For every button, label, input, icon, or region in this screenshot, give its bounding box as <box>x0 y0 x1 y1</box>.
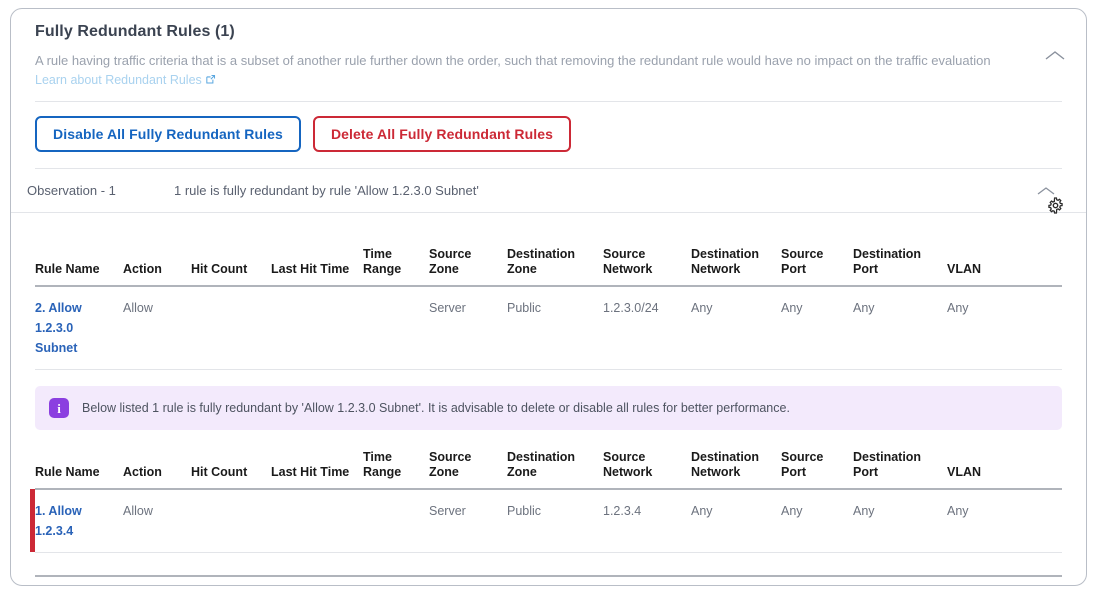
cell-action: Allow <box>123 504 153 518</box>
cell-destination-zone: Public <box>507 504 542 518</box>
cell-vlan: Any <box>947 301 969 315</box>
learn-about-redundant-rules-link[interactable]: Learn about Redundant Rules <box>35 73 216 87</box>
info-banner: i Below listed 1 rule is fully redundant… <box>35 386 1062 430</box>
table-row[interactable]: 1. Allow 1.2.3.4 Allow Server Public 1.2… <box>30 489 1062 553</box>
redundant-rule-marker <box>30 489 35 552</box>
card-bottom-rule <box>35 575 1062 577</box>
cell-destination-zone: Public <box>507 301 542 315</box>
cell-time-range <box>363 286 429 370</box>
info-banner-text: Below listed 1 rule is fully redundant b… <box>82 401 790 415</box>
column-header-last-hit-time[interactable]: Last Hit Time <box>271 446 363 489</box>
cell-destination-network: Any <box>691 504 713 518</box>
column-header-destination-zone[interactable]: Destination Zone <box>507 243 603 286</box>
cell-hit-count <box>191 489 271 553</box>
cell-action: Allow <box>123 301 153 315</box>
observation-summary: 1 rule is fully redundant by rule 'Allow… <box>174 183 479 198</box>
column-header-source-zone[interactable]: Source Zone <box>429 446 507 489</box>
child-table-body: 1. Allow 1.2.3.4 Allow Server Public 1.2… <box>30 489 1062 553</box>
collapse-card-chevron-up-icon[interactable] <box>1044 49 1066 68</box>
child-table-header: Rule Name Action Hit Count Last Hit Time… <box>35 446 1062 489</box>
column-header-vlan[interactable]: VLAN <box>947 446 1062 489</box>
column-header-source-port[interactable]: Source Port <box>781 446 853 489</box>
column-header-last-hit-time[interactable]: Last Hit Time <box>271 243 363 286</box>
cell-destination-network: Any <box>691 301 713 315</box>
bulk-actions-toolbar: Disable All Fully Redundant Rules Delete… <box>11 102 1086 168</box>
parent-rules-table-container: Rule Name Action Hit Count Last Hit Time… <box>11 197 1086 370</box>
learn-link-label: Learn about Redundant Rules <box>35 73 202 87</box>
cell-time-range <box>363 489 429 553</box>
column-header-source-zone[interactable]: Source Zone <box>429 243 507 286</box>
child-rules-table: Rule Name Action Hit Count Last Hit Time… <box>30 446 1062 553</box>
column-header-source-network[interactable]: Source Network <box>603 446 691 489</box>
column-header-action[interactable]: Action <box>123 446 191 489</box>
cell-source-zone: Server <box>429 504 466 518</box>
table-header-row: Rule Name Action Hit Count Last Hit Time… <box>35 446 1062 489</box>
cell-last-hit-time <box>271 489 363 553</box>
table-settings-gear-icon[interactable] <box>1047 197 1064 219</box>
cell-rule-name-label: 1. Allow 1.2.3.4 <box>35 504 82 538</box>
column-header-destination-port[interactable]: Destination Port <box>853 243 947 286</box>
column-header-destination-network[interactable]: Destination Network <box>691 243 781 286</box>
column-header-hit-count[interactable]: Hit Count <box>191 243 271 286</box>
column-header-time-range[interactable]: Time Range <box>363 446 429 489</box>
cell-source-port: Any <box>781 504 803 518</box>
cell-source-network: 1.2.3.4 <box>603 504 642 518</box>
cell-destination-port: Any <box>853 504 875 518</box>
parent-rules-table: Rule Name Action Hit Count Last Hit Time… <box>35 243 1062 370</box>
child-rules-table-container: Rule Name Action Hit Count Last Hit Time… <box>11 440 1086 553</box>
column-header-hit-count[interactable]: Hit Count <box>191 446 271 489</box>
card-header: Fully Redundant Rules (1) A rule having … <box>11 9 1086 101</box>
info-banner-container: i Below listed 1 rule is fully redundant… <box>11 370 1086 440</box>
parent-table-header: Rule Name Action Hit Count Last Hit Time… <box>35 243 1062 286</box>
cell-source-zone: Server <box>429 301 466 315</box>
table-row[interactable]: 2. Allow 1.2.3.0 Subnet Allow Server Pub… <box>35 286 1062 370</box>
fully-redundant-rules-card: Fully Redundant Rules (1) A rule having … <box>10 8 1087 586</box>
info-icon: i <box>49 398 69 418</box>
column-header-action[interactable]: Action <box>123 243 191 286</box>
table-header-row: Rule Name Action Hit Count Last Hit Time… <box>35 243 1062 286</box>
cell-last-hit-time <box>271 286 363 370</box>
column-header-rule-name[interactable]: Rule Name <box>35 446 123 489</box>
cell-source-network: 1.2.3.0/24 <box>603 301 659 315</box>
cell-hit-count <box>191 286 271 370</box>
observation-row[interactable]: Observation - 1 1 rule is fully redundan… <box>11 169 1086 212</box>
header-description: A rule having traffic criteria that is a… <box>35 51 1020 91</box>
page-title: Fully Redundant Rules (1) <box>35 23 235 40</box>
column-header-destination-port[interactable]: Destination Port <box>853 446 947 489</box>
column-header-time-range[interactable]: Time Range <box>363 243 429 286</box>
column-header-rule-name[interactable]: Rule Name <box>35 243 123 286</box>
parent-table-body: 2. Allow 1.2.3.0 Subnet Allow Server Pub… <box>35 286 1062 370</box>
column-header-source-port[interactable]: Source Port <box>781 243 853 286</box>
column-header-source-network[interactable]: Source Network <box>603 243 691 286</box>
column-header-destination-zone[interactable]: Destination Zone <box>507 446 603 489</box>
cell-vlan: Any <box>947 504 969 518</box>
header-description-text: A rule having traffic criteria that is a… <box>35 53 991 68</box>
disable-all-fully-redundant-rules-button[interactable]: Disable All Fully Redundant Rules <box>35 116 301 152</box>
cell-source-port: Any <box>781 301 803 315</box>
delete-all-fully-redundant-rules-button[interactable]: Delete All Fully Redundant Rules <box>312 116 571 152</box>
cell-destination-port: Any <box>853 301 875 315</box>
cell-rule-name[interactable]: 2. Allow 1.2.3.0 Subnet <box>35 286 123 370</box>
column-header-vlan[interactable]: VLAN <box>947 243 1062 286</box>
cell-rule-name[interactable]: 1. Allow 1.2.3.4 <box>30 489 123 553</box>
external-link-icon <box>205 72 216 91</box>
column-header-destination-network[interactable]: Destination Network <box>691 446 781 489</box>
observation-label: Observation - 1 <box>27 183 116 198</box>
